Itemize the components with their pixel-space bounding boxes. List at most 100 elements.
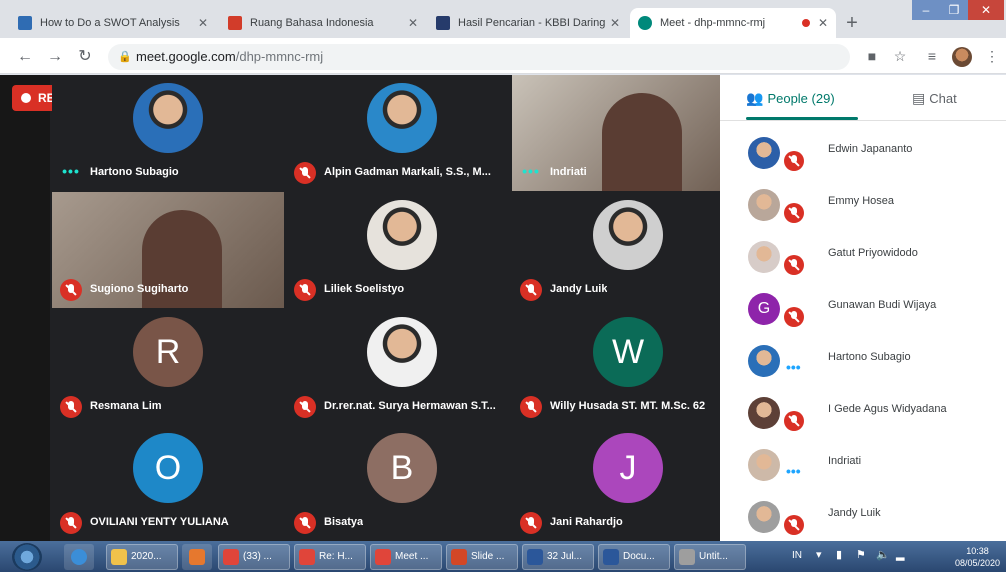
app-icon bbox=[189, 549, 205, 565]
browser-tab[interactable]: Ruang Bahasa Indonesia ✕ bbox=[220, 8, 426, 38]
clock-date: 08/05/2020 bbox=[954, 558, 1000, 568]
forward-arrow-icon[interactable]: → bbox=[44, 46, 66, 68]
lock-icon: 🔒 bbox=[118, 51, 132, 63]
taskbar-window-label: Meet ... bbox=[395, 551, 429, 562]
volume-icon[interactable]: 🔈 bbox=[876, 548, 890, 561]
participant-avatar: J bbox=[593, 433, 663, 503]
participant-avatar: W bbox=[593, 317, 663, 387]
participant-tile[interactable]: Liliek Soelistyo bbox=[286, 192, 518, 308]
tray-arrow-icon[interactable]: ▾ bbox=[816, 548, 822, 561]
participant-name: OVILIANI YENTY YULIANA bbox=[90, 516, 229, 528]
people-list-item[interactable]: Jandy Luik bbox=[720, 491, 1006, 543]
participant-tile[interactable]: Alpin Gadman Markali, S.S., M... bbox=[286, 75, 518, 191]
people-list-item[interactable]: Edwin Japananto bbox=[720, 127, 1006, 179]
browser-tab[interactable]: How to Do a SWOT Analysis ✕ bbox=[10, 8, 216, 38]
speaking-indicator-icon: ••• bbox=[786, 359, 801, 375]
participant-name: Resmana Lim bbox=[90, 400, 162, 412]
participant-tile[interactable]: ••• Hartono Subagio bbox=[52, 75, 284, 191]
people-list-item[interactable]: Emmy Hosea bbox=[720, 179, 1006, 231]
participant-name: Hartono Subagio bbox=[90, 166, 179, 178]
taskbar-window-button[interactable]: Docu... bbox=[598, 544, 670, 570]
taskbar-app-icon[interactable] bbox=[182, 544, 212, 570]
participant-tile[interactable]: Jandy Luik bbox=[512, 192, 744, 308]
profile-avatar[interactable] bbox=[952, 47, 972, 67]
taskbar-window-button[interactable]: 2020... bbox=[106, 544, 178, 570]
os-taskbar: 2020... (33) ... Re: H... Meet ... Slide ...… bbox=[0, 541, 1006, 572]
app-icon bbox=[527, 549, 543, 565]
participant-tile[interactable]: Sugiono Sugiharto bbox=[52, 192, 284, 308]
participant-avatar: B bbox=[367, 433, 437, 503]
app-icon bbox=[451, 549, 467, 565]
people-list-item[interactable]: G Gunawan Budi Wijaya bbox=[720, 283, 1006, 335]
participant-name: Jandy Luik bbox=[550, 283, 608, 295]
participant-tile[interactable]: Dr.rer.nat. Surya Hermawan S.T... bbox=[286, 309, 518, 425]
app-icon bbox=[375, 549, 391, 565]
person-name: I Gede Agus Widyadana bbox=[828, 403, 947, 415]
close-icon[interactable]: ✕ bbox=[408, 8, 418, 38]
clock-time: 10:38 bbox=[966, 546, 989, 556]
mic-off-icon bbox=[60, 279, 82, 301]
taskbar-clock[interactable]: 10:38 08/05/2020 bbox=[955, 545, 1000, 569]
meeting-grid: REC ••• Hartono Subagio Alpin Gadman Marka… bbox=[0, 75, 744, 541]
people-list-item[interactable]: Gatut Priyowidodo bbox=[720, 231, 1006, 283]
person-avatar bbox=[748, 137, 780, 169]
close-window-icon[interactable]: ✕ bbox=[968, 0, 1004, 20]
close-icon[interactable]: ✕ bbox=[818, 8, 828, 38]
mic-off-icon bbox=[784, 203, 804, 223]
network-icon[interactable]: ▮ bbox=[836, 548, 842, 561]
taskbar-window-button[interactable]: Meet ... bbox=[370, 544, 442, 570]
people-icon: 👥 bbox=[746, 90, 764, 106]
menu-kebab-icon[interactable]: ⋮ bbox=[982, 46, 1002, 66]
app-icon bbox=[299, 549, 315, 565]
tab-chat[interactable]: ▤ Chat bbox=[912, 85, 957, 111]
close-icon[interactable]: ✕ bbox=[610, 8, 620, 38]
person-avatar bbox=[748, 449, 780, 481]
tab-people[interactable]: 👥 People (29) bbox=[746, 85, 835, 111]
participant-tile[interactable]: O OVILIANI YENTY YULIANA bbox=[52, 425, 284, 541]
media-control-icon[interactable]: ≡ bbox=[922, 46, 942, 66]
taskbar-window-button[interactable]: Untit... bbox=[674, 544, 746, 570]
back-arrow-icon[interactable]: ← bbox=[14, 46, 36, 68]
minimize-icon[interactable]: ‒ bbox=[912, 0, 940, 20]
person-name: Emmy Hosea bbox=[828, 195, 895, 207]
taskbar-window-label: Re: H... bbox=[319, 551, 353, 562]
participant-avatar: R bbox=[133, 317, 203, 387]
system-tray: IN ▾ ▮ ⚑ 🔈 ▂ 10:38 08/05/2020 bbox=[790, 545, 1006, 569]
star-icon[interactable]: ☆ bbox=[890, 46, 910, 66]
taskbar-window-button[interactable]: Slide ... bbox=[446, 544, 518, 570]
participant-tile[interactable]: B Bisatya bbox=[286, 425, 518, 541]
start-button[interactable] bbox=[12, 543, 42, 571]
restore-icon[interactable]: ❐ bbox=[940, 0, 968, 20]
participant-tile[interactable]: R Resmana Lim bbox=[52, 309, 284, 425]
taskbar-window-button[interactable]: 32 Jul... bbox=[522, 544, 594, 570]
participant-tile[interactable]: ••• Indriati bbox=[512, 75, 744, 191]
participant-tile[interactable]: W Willy Husada ST. MT. M.Sc. 62 bbox=[512, 309, 744, 425]
browser-tab-active[interactable]: Meet - dhp-mmnc-rmj ✕ bbox=[630, 8, 836, 38]
taskbar-window-label: Untit... bbox=[699, 551, 728, 562]
participant-photo bbox=[367, 317, 437, 387]
browser-tab[interactable]: Hasil Pencarian - KBBI Daring ✕ bbox=[428, 8, 628, 38]
taskbar-window-button[interactable]: (33) ... bbox=[218, 544, 290, 570]
tab-title: Hasil Pencarian - KBBI Daring bbox=[458, 17, 606, 29]
people-list-item[interactable]: ••• Hartono Subagio bbox=[720, 335, 1006, 387]
app-icon bbox=[603, 549, 619, 565]
ie-icon bbox=[71, 549, 87, 565]
taskbar-ie-icon[interactable] bbox=[64, 544, 94, 570]
person-name: Hartono Subagio bbox=[828, 351, 911, 363]
mic-off-icon bbox=[784, 411, 804, 431]
flag-icon[interactable]: ⚑ bbox=[856, 548, 866, 561]
camera-icon[interactable]: ■ bbox=[862, 46, 882, 66]
language-indicator[interactable]: IN bbox=[792, 550, 802, 561]
participant-tile[interactable]: J Jani Rahardjo bbox=[512, 425, 744, 541]
signal-icon[interactable]: ▂ bbox=[896, 548, 904, 561]
tab-favicon-icon bbox=[638, 16, 652, 30]
people-list-item[interactable]: ••• Indriati bbox=[720, 439, 1006, 491]
speaking-indicator-icon: ••• bbox=[522, 163, 540, 179]
url-input[interactable]: 🔒 meet.google.com/dhp-mmnc-rmj bbox=[108, 44, 850, 70]
people-list-item[interactable]: I Gede Agus Widyadana bbox=[720, 387, 1006, 439]
close-icon[interactable]: ✕ bbox=[198, 8, 208, 38]
people-panel: 👥 People (29) ▤ Chat Edwin Japananto Emmy H… bbox=[720, 75, 1006, 541]
new-tab-button[interactable]: + bbox=[840, 12, 864, 36]
reload-icon[interactable]: ↻ bbox=[74, 46, 96, 68]
taskbar-window-button[interactable]: Re: H... bbox=[294, 544, 366, 570]
